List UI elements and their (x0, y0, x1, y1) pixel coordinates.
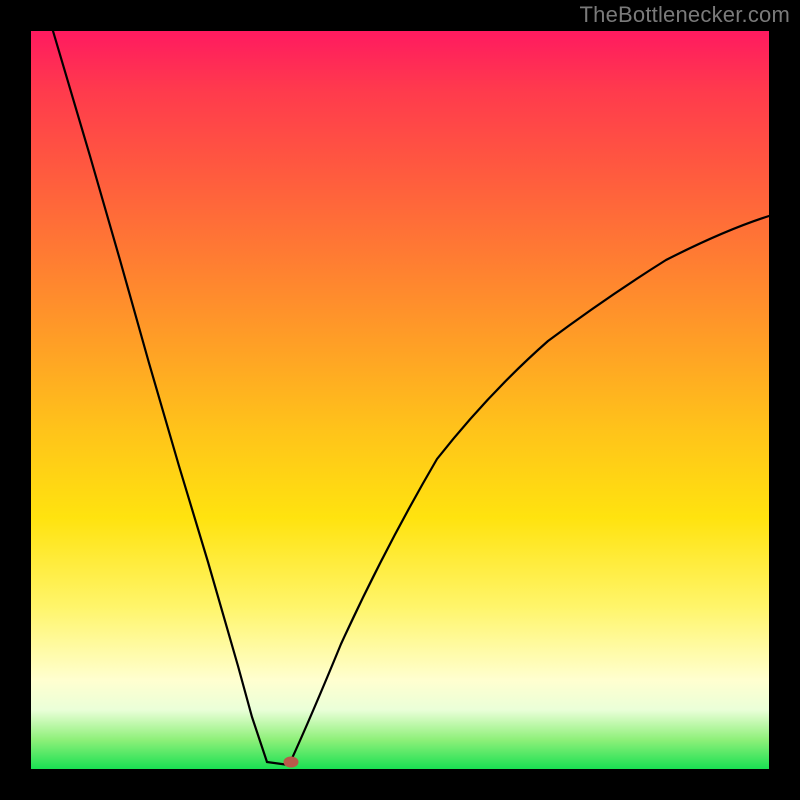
curve-left-branch (53, 31, 267, 762)
curve-right-branch (289, 216, 769, 765)
bottleneck-curve (31, 31, 769, 769)
chart-frame: TheBottlenecker.com (0, 0, 800, 800)
min-marker (284, 757, 298, 767)
plot-area (31, 31, 769, 769)
watermark-text: TheBottlenecker.com (580, 2, 790, 28)
